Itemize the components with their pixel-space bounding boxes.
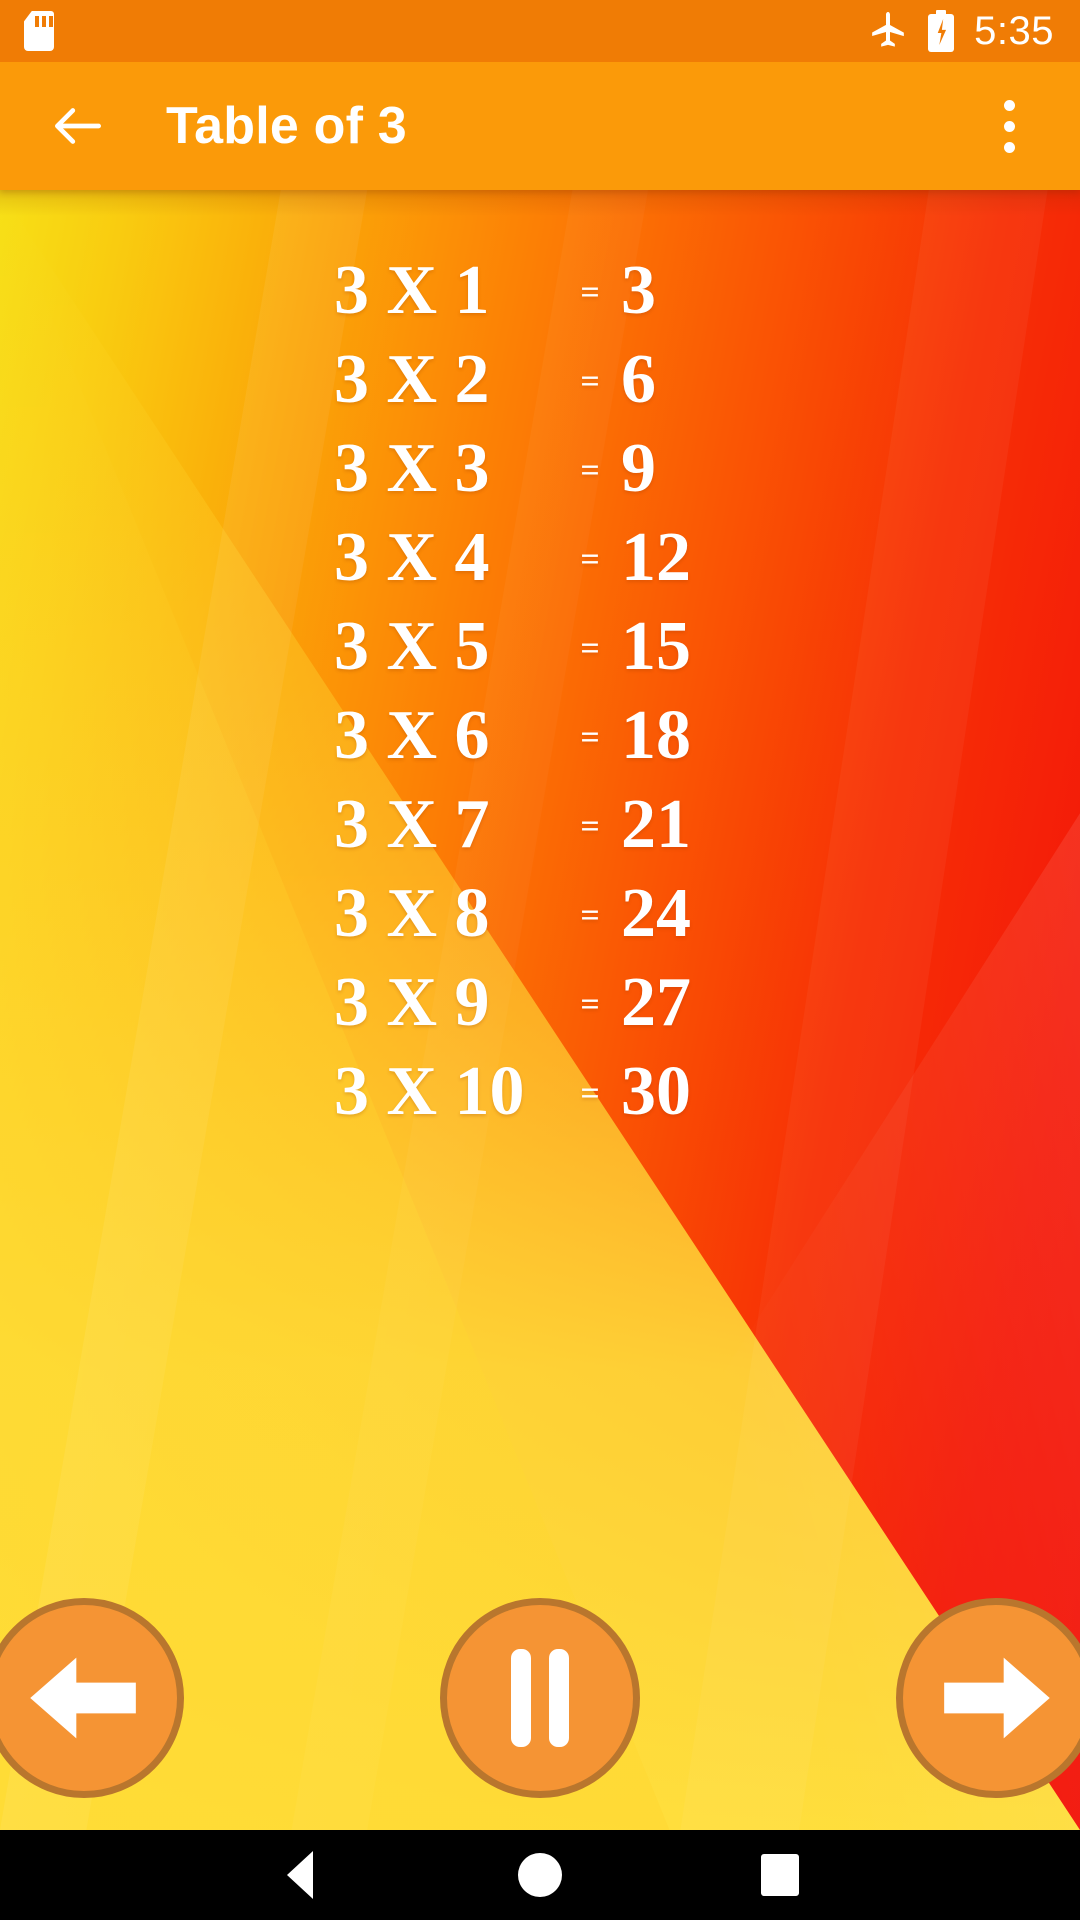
table-row-expression: 3 X 1	[334, 252, 490, 329]
overflow-dot	[1003, 99, 1015, 111]
table-row-expression: 3 X 4	[334, 519, 490, 596]
table-row-equals: =	[580, 274, 600, 311]
table-row-expression: 3 X 7	[334, 786, 490, 863]
table-row-equals: =	[580, 897, 600, 934]
nav-back-triangle-icon	[287, 1851, 313, 1899]
table-row: 3 X 10 = 30	[334, 1057, 746, 1146]
airplane-mode-icon	[868, 11, 908, 51]
overflow-dot	[1003, 120, 1015, 132]
sd-card-icon	[24, 11, 54, 51]
nav-recents-square-icon	[761, 1854, 799, 1896]
table-row-product: 24	[621, 875, 691, 952]
nav-home-button[interactable]	[420, 1830, 660, 1920]
pause-bar	[511, 1649, 531, 1747]
table-row: 3 X 9 = 27	[334, 968, 746, 1057]
table-row: 3 X 3 = 9	[334, 434, 746, 523]
app-bar: Table of 3	[0, 62, 1080, 190]
content-area: 3 X 1 = 3 3 X 2 = 6 3 X 3 = 9 3 X 4 = 12…	[0, 190, 1080, 1830]
table-row: 3 X 7 = 21	[334, 790, 746, 879]
table-row-product: 6	[621, 341, 656, 418]
table-row-product: 15	[621, 608, 691, 685]
table-row: 3 X 5 = 15	[334, 612, 746, 701]
nav-recents-button[interactable]	[660, 1830, 900, 1920]
previous-button[interactable]	[0, 1598, 184, 1798]
table-row-product: 12	[621, 519, 691, 596]
table-row-product: 21	[621, 786, 691, 863]
table-row-expression: 3 X 3	[334, 430, 490, 507]
table-row-equals: =	[580, 630, 600, 667]
table-row-product: 27	[621, 964, 691, 1041]
table-row-product: 3	[621, 252, 656, 329]
table-row-equals: =	[580, 808, 600, 845]
table-row-product: 18	[621, 697, 691, 774]
status-bar-right-icons: 5:35	[868, 10, 1054, 52]
phone-screen: 5:35 Table of 3 3 X 1 = 3 3 X 2 = 6 3 X …	[0, 0, 1080, 1920]
next-button[interactable]	[896, 1598, 1080, 1798]
table-row-product: 30	[621, 1053, 691, 1130]
playback-controls	[0, 1598, 1080, 1798]
nav-back-button[interactable]	[180, 1830, 420, 1920]
status-bar-clock: 5:35	[974, 9, 1054, 53]
table-row: 3 X 6 = 18	[334, 701, 746, 790]
table-row: 3 X 4 = 12	[334, 523, 746, 612]
status-bar-left-icons	[24, 11, 54, 51]
overflow-menu-icon[interactable]	[974, 86, 1044, 166]
table-row-expression: 3 X 2	[334, 341, 490, 418]
android-navigation-bar	[0, 1830, 1080, 1920]
multiplication-table: 3 X 1 = 3 3 X 2 = 6 3 X 3 = 9 3 X 4 = 12…	[0, 190, 1080, 1480]
table-row-equals: =	[580, 1075, 600, 1112]
table-row: 3 X 1 = 3	[334, 256, 746, 345]
table-row-equals: =	[580, 452, 600, 489]
pause-bar	[549, 1649, 569, 1747]
table-row-equals: =	[580, 541, 600, 578]
table-row-equals: =	[580, 986, 600, 1023]
table-row-expression: 3 X 6	[334, 697, 490, 774]
status-bar: 5:35	[0, 0, 1080, 62]
table-row-equals: =	[580, 719, 600, 756]
back-arrow-icon	[55, 108, 101, 144]
table-row-expression: 3 X 9	[334, 964, 490, 1041]
table-row-expression: 3 X 10	[334, 1053, 525, 1130]
table-row-expression: 3 X 5	[334, 608, 490, 685]
table-row: 3 X 2 = 6	[334, 345, 746, 434]
pause-icon	[511, 1649, 569, 1747]
table-row-expression: 3 X 8	[334, 875, 490, 952]
left-arrow-icon	[30, 1657, 136, 1739]
right-arrow-icon	[944, 1657, 1050, 1739]
battery-charging-icon	[928, 10, 955, 52]
overflow-dot	[1003, 141, 1015, 153]
nav-home-circle-icon	[518, 1853, 562, 1897]
back-button[interactable]	[44, 92, 112, 160]
table-row: 3 X 8 = 24	[334, 879, 746, 968]
pause-button[interactable]	[440, 1598, 640, 1798]
page-title: Table of 3	[166, 97, 407, 155]
table-row-equals: =	[580, 363, 600, 400]
table-row-product: 9	[621, 430, 656, 507]
